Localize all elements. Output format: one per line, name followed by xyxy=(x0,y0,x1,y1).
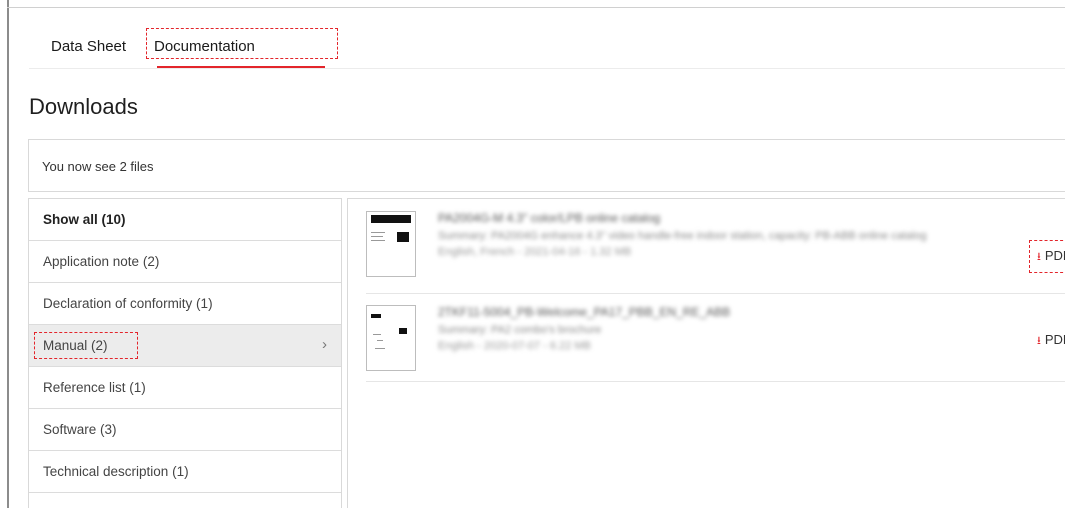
filter-software[interactable]: Software (3) xyxy=(29,409,341,451)
download-arrow-icon: ⭳ xyxy=(1037,251,1041,263)
tab-bar: Data Sheet Documentation xyxy=(29,28,1065,69)
file-summary: Summary: PA2004G enhance 4.3" video hand… xyxy=(438,230,927,242)
filter-technical-description[interactable]: Technical description (1) xyxy=(29,451,341,493)
download-arrow-icon: ⭳ xyxy=(1037,335,1041,347)
file-meta: English, French - 2021-04-16 - 1.32 MB xyxy=(438,246,632,258)
file-title[interactable]: PA2004G-M 4.3" color/LPB online catalog xyxy=(438,211,998,225)
file-summary: Summary: PA2 combo's brochure xyxy=(438,324,602,336)
pdf-download-link[interactable]: ⭳PDF xyxy=(1037,248,1065,267)
document-thumbnail xyxy=(366,211,416,277)
file-results-panel: PA2004G-M 4.3" color/LPB online catalog … xyxy=(347,198,1065,508)
filter-declaration-of-conformity[interactable]: Declaration of conformity (1) xyxy=(29,283,341,325)
filter-label: Reference list (1) xyxy=(43,380,146,395)
pdf-download-link[interactable]: ⭳PDF xyxy=(1037,332,1065,351)
file-details: 2TKF11-5004_PB-Welcome_PA17_PBB_EN_RE_AB… xyxy=(438,305,998,352)
file-count-bar: You now see 2 files xyxy=(28,139,1065,192)
filter-label: Software (3) xyxy=(43,422,117,437)
filter-label: Manual (2) xyxy=(43,338,108,353)
tab-data-sheet[interactable]: Data Sheet xyxy=(51,38,126,55)
file-count-text: You now see 2 files xyxy=(42,159,154,174)
page-title: Downloads xyxy=(29,94,138,119)
file-title[interactable]: 2TKF11-5004_PB-Welcome_PA17_PBB_EN_RE_AB… xyxy=(438,305,998,319)
frame-border xyxy=(7,0,9,508)
filter-application-note[interactable]: Application note (2) xyxy=(29,241,341,283)
file-details: PA2004G-M 4.3" color/LPB online catalog … xyxy=(438,211,998,258)
filter-label: Technical description (1) xyxy=(43,464,189,479)
file-meta: English - 2020-07-07 - 6.22 MB xyxy=(438,340,591,352)
filter-label: Declaration of conformity (1) xyxy=(43,296,213,311)
file-item: 2TKF11-5004_PB-Welcome_PA17_PBB_EN_RE_AB… xyxy=(366,303,1065,382)
chevron-right-icon: › xyxy=(322,336,327,353)
pdf-label: PDF xyxy=(1044,248,1065,263)
filter-reference-list[interactable]: Reference list (1) xyxy=(29,367,341,409)
filter-show-all[interactable]: Show all (10) xyxy=(29,199,341,241)
filter-label: Application note (2) xyxy=(43,254,160,269)
active-tab-underline xyxy=(157,66,325,68)
file-item: PA2004G-M 4.3" color/LPB online catalog … xyxy=(366,209,1065,294)
tab-documentation[interactable]: Documentation xyxy=(154,38,255,55)
pdf-label: PDF xyxy=(1044,332,1065,347)
filter-manual[interactable]: Manual (2) › xyxy=(29,325,341,367)
frame-top-border xyxy=(7,7,1065,8)
category-filter-list: Show all (10) Application note (2) Decla… xyxy=(28,198,342,508)
filter-label: Show all (10) xyxy=(43,212,126,227)
document-thumbnail xyxy=(366,305,416,371)
